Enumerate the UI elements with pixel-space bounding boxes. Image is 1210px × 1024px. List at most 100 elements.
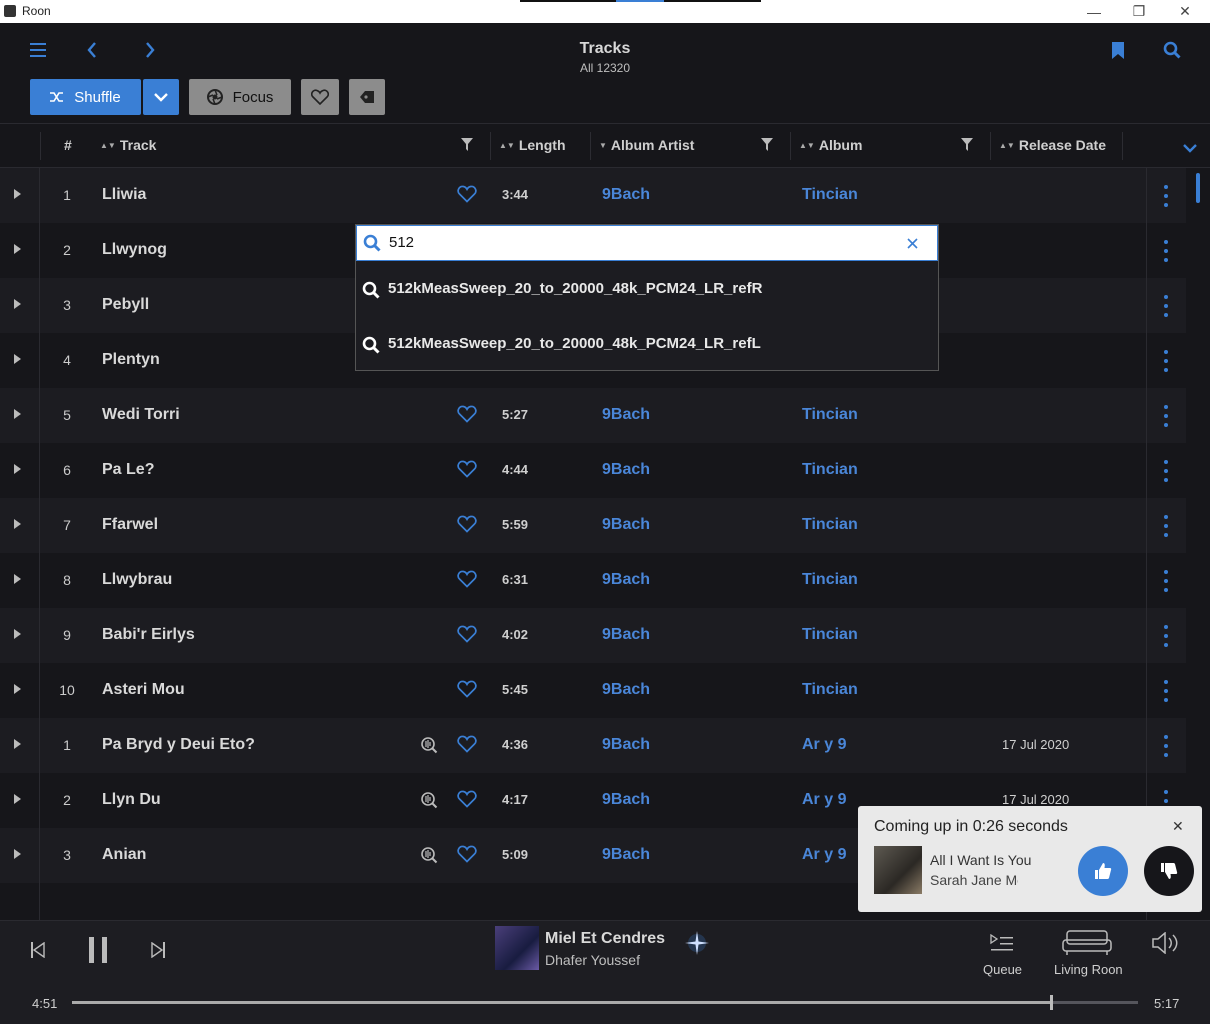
table-row[interactable]: 9 Babi'r Eirlys 4:02 9Bach Tincian	[0, 608, 1186, 663]
album-artist-link[interactable]: 9Bach	[602, 846, 650, 864]
audio-analysis-icon[interactable]	[420, 736, 438, 759]
heart-icon[interactable]	[457, 790, 477, 813]
heart-icon[interactable]	[457, 405, 477, 428]
pause-icon[interactable]	[84, 935, 112, 965]
forward-arrow-icon[interactable]	[138, 37, 162, 63]
album-link[interactable]: Tincian	[802, 186, 858, 204]
column-number[interactable]: #	[64, 137, 72, 153]
column-track[interactable]: ▲▼ Track	[100, 137, 156, 153]
column-album-artist[interactable]: ▼ Album Artist	[599, 137, 694, 153]
album-link[interactable]: Ar y 9	[802, 736, 846, 754]
album-artist-link[interactable]: 9Bach	[602, 571, 650, 589]
more-options-icon[interactable]	[1160, 185, 1172, 207]
track-name[interactable]: Llyn Du	[102, 791, 161, 809]
heart-icon[interactable]	[457, 845, 477, 868]
table-row[interactable]: 6 Pa Le? 4:44 9Bach Tincian	[0, 443, 1186, 498]
track-name[interactable]: Pa Le?	[102, 461, 154, 479]
album-artist-filter-icon[interactable]	[761, 138, 773, 154]
focus-button[interactable]: Focus	[189, 79, 291, 115]
search-result[interactable]: 512kMeasSweep_20_to_20000_48k_PCM24_LR_r…	[356, 323, 938, 367]
play-track-icon[interactable]	[14, 519, 21, 529]
track-name[interactable]: Plentyn	[102, 351, 160, 369]
play-track-icon[interactable]	[14, 354, 21, 364]
more-options-icon[interactable]	[1160, 680, 1172, 702]
play-track-icon[interactable]	[14, 299, 21, 309]
more-options-icon[interactable]	[1160, 735, 1172, 757]
zone-label[interactable]: Living Roon	[1054, 962, 1123, 977]
volume-icon[interactable]	[1150, 931, 1180, 955]
shuffle-button[interactable]: Shuffle	[30, 79, 141, 115]
track-filter-icon[interactable]	[461, 138, 473, 154]
heart-icon[interactable]	[457, 625, 477, 648]
play-track-icon[interactable]	[14, 629, 21, 639]
close-window-button[interactable]: ✕	[1162, 0, 1208, 23]
album-artist-link[interactable]: 9Bach	[602, 516, 650, 534]
more-options-icon[interactable]	[1160, 405, 1172, 427]
more-options-icon[interactable]	[1160, 625, 1172, 647]
search-icon[interactable]	[1158, 37, 1186, 63]
more-options-icon[interactable]	[1160, 570, 1172, 592]
album-artist-link[interactable]: 9Bach	[602, 626, 650, 644]
bookmark-icon[interactable]	[1106, 37, 1130, 63]
album-link[interactable]: Tincian	[802, 571, 858, 589]
table-row[interactable]: 5 Wedi Torri 5:27 9Bach Tincian	[0, 388, 1186, 443]
album-artist-link[interactable]: 9Bach	[602, 461, 650, 479]
album-link[interactable]: Tincian	[802, 406, 858, 424]
thumbs-down-button[interactable]	[1144, 846, 1194, 896]
heart-icon[interactable]	[457, 570, 477, 593]
previous-track-icon[interactable]	[28, 939, 48, 961]
next-track-icon[interactable]	[148, 939, 168, 961]
album-link[interactable]: Ar y 9	[802, 846, 846, 864]
album-artist-link[interactable]: 9Bach	[602, 736, 650, 754]
table-row[interactable]: 1 Lliwia 3:44 9Bach Tincian	[0, 168, 1186, 223]
play-track-icon[interactable]	[14, 464, 21, 474]
column-album[interactable]: ▲▼ Album	[799, 137, 862, 153]
play-track-icon[interactable]	[14, 409, 21, 419]
play-track-icon[interactable]	[14, 739, 21, 749]
track-name[interactable]: Ffarwel	[102, 516, 158, 534]
heart-icon[interactable]	[457, 460, 477, 483]
track-name[interactable]: Wedi Torri	[102, 406, 180, 424]
album-link[interactable]: Tincian	[802, 681, 858, 699]
table-row[interactable]: 8 Llwybrau 6:31 9Bach Tincian	[0, 553, 1186, 608]
album-link[interactable]: Ar y 9	[802, 791, 846, 809]
track-name[interactable]: Asteri Mou	[102, 681, 185, 699]
progress-slider[interactable]	[72, 995, 1138, 1010]
track-name[interactable]: Llwynog	[102, 241, 167, 259]
now-playing-title[interactable]: Miel Et Cendres	[545, 930, 665, 948]
audio-analysis-icon[interactable]	[420, 791, 438, 814]
thumbs-up-button[interactable]	[1078, 846, 1128, 896]
minimize-button[interactable]: —	[1071, 0, 1117, 23]
now-playing-artist[interactable]: Dhafer Youssef	[545, 952, 640, 968]
track-name[interactable]: Llwybrau	[102, 571, 172, 589]
album-artist-link[interactable]: 9Bach	[602, 406, 650, 424]
heart-icon[interactable]	[457, 680, 477, 703]
progress-knob[interactable]	[1049, 995, 1053, 1010]
album-filter-icon[interactable]	[961, 138, 973, 154]
close-icon[interactable]: ✕	[1172, 818, 1184, 835]
play-track-icon[interactable]	[14, 684, 21, 694]
back-arrow-icon[interactable]	[80, 37, 104, 63]
track-name[interactable]: Lliwia	[102, 186, 146, 204]
tags-filter-button[interactable]	[349, 79, 385, 115]
search-result[interactable]: 512kMeasSweep_20_to_20000_48k_PCM24_LR_r…	[356, 268, 938, 312]
table-row[interactable]: 1 Pa Bryd y Deui Eto? 4:36 9Bach Ar y 9 17 Ju…	[0, 718, 1186, 773]
more-options-icon[interactable]	[1160, 295, 1172, 317]
play-track-icon[interactable]	[14, 244, 21, 254]
column-release-date[interactable]: ▲▼ Release Date	[999, 137, 1106, 153]
column-length[interactable]: ▲▼ Length	[499, 137, 566, 153]
play-track-icon[interactable]	[14, 794, 21, 804]
columns-menu-chevron-icon[interactable]	[1183, 140, 1197, 156]
zone-sofa-icon[interactable]	[1060, 929, 1114, 957]
album-link[interactable]: Tincian	[802, 516, 858, 534]
shuffle-options-dropdown[interactable]	[143, 79, 179, 115]
more-options-icon[interactable]	[1160, 515, 1172, 537]
scrollbar-thumb[interactable]	[1196, 173, 1200, 203]
album-artist-link[interactable]: 9Bach	[602, 186, 650, 204]
queue-icon[interactable]	[986, 931, 1018, 955]
queue-label[interactable]: Queue	[983, 962, 1022, 977]
search-input[interactable]	[389, 234, 889, 251]
track-name[interactable]: Pebyll	[102, 296, 149, 314]
search-field[interactable]	[356, 225, 938, 261]
track-name[interactable]: Pa Bryd y Deui Eto?	[102, 736, 255, 754]
